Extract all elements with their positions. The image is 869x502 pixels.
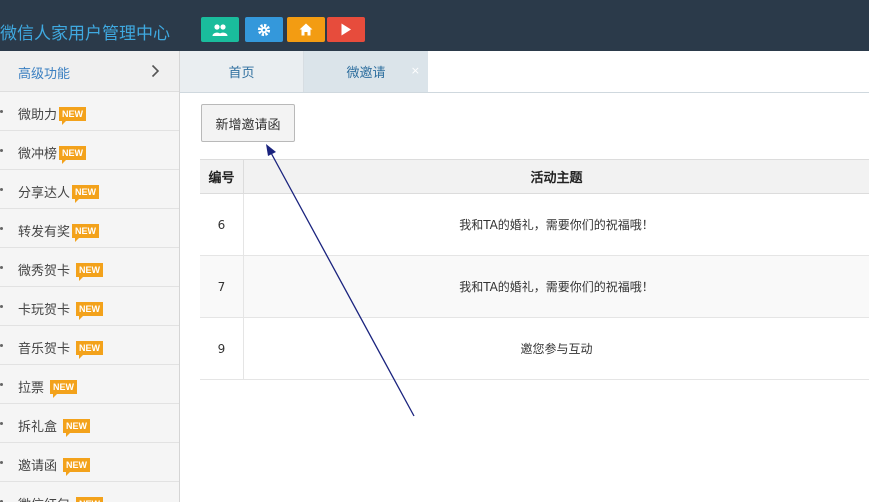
table-row[interactable]: 7 我和TA的婚礼，需要你们的祝福哦！ [200, 256, 869, 318]
cell-id: 9 [200, 318, 244, 379]
sidebar-item-fenxiang[interactable]: 分享达人 NEW [0, 170, 179, 209]
new-badge: NEW [59, 106, 87, 125]
add-invitation-button[interactable]: 新增邀请函 [201, 104, 295, 142]
gear-icon [257, 23, 271, 36]
cell-title: 我和TA的婚礼，需要你们的祝福哦！ [459, 218, 654, 232]
users-icon [212, 23, 228, 36]
bullet [0, 227, 3, 230]
sidebar-item-label: 微信红包 [18, 494, 70, 502]
sidebar-item-zhuanfa[interactable]: 转发有奖 NEW [0, 209, 179, 248]
sidebar-item-label: 微冲榜 [18, 147, 58, 162]
tab-bar: 首页 微邀请 × [180, 51, 869, 93]
users-button[interactable] [201, 17, 239, 42]
sidebar-item-label: 微助力 [18, 108, 58, 123]
cell-id: 6 [200, 194, 244, 255]
chevron-right-icon [151, 64, 160, 78]
sidebar-section-label: 高级功能 [18, 67, 71, 82]
sidebar-item-label: 音乐贺卡 [18, 342, 71, 357]
bullet [0, 344, 3, 347]
play-icon [341, 23, 351, 36]
cell-id: 7 [200, 256, 244, 317]
table-header: 编号 活动主题 [200, 159, 869, 194]
bullet [0, 266, 3, 269]
close-icon[interactable]: × [411, 65, 420, 76]
new-badge: NEW [50, 379, 78, 398]
sidebar-item-label: 微秀贺卡 [18, 264, 71, 279]
sidebar-item-kawan[interactable]: 卡玩贺卡 NEW [0, 287, 179, 326]
table-row[interactable]: 6 我和TA的婚礼，需要你们的祝福哦！ [200, 194, 869, 256]
sidebar-item-hongbao[interactable]: 微信红包 NEW [0, 482, 179, 502]
bullet [0, 149, 3, 152]
tab-label: 微邀请 [346, 66, 386, 81]
cell-title: 我和TA的婚礼，需要你们的祝福哦！ [459, 280, 654, 294]
sidebar-item-label: 拆礼盒 [18, 420, 58, 435]
sidebar-item-chongbang[interactable]: 微冲榜 NEW [0, 131, 179, 170]
bullet [0, 188, 3, 191]
sidebar-item-label: 邀请函 [18, 459, 58, 474]
settings-button[interactable] [245, 17, 283, 42]
table-row[interactable]: 9 邀您参与互动 [200, 318, 869, 380]
sidebar-item-label: 卡玩贺卡 [18, 303, 71, 318]
home-button[interactable] [287, 17, 325, 42]
sidebar-item-yinyue[interactable]: 音乐贺卡 NEW [0, 326, 179, 365]
new-badge: NEW [72, 223, 100, 242]
new-badge: NEW [72, 184, 100, 203]
sidebar-item-lapiao[interactable]: 拉票 NEW [0, 365, 179, 404]
sidebar-item-chailihe[interactable]: 拆礼盒 NEW [0, 404, 179, 443]
bullet [0, 383, 3, 386]
tab-label: 首页 [228, 66, 255, 81]
home-icon [299, 23, 313, 36]
column-header-title: 活动主题 [530, 171, 583, 186]
bullet [0, 422, 3, 425]
new-badge: NEW [76, 301, 104, 320]
bullet [0, 305, 3, 308]
brand-title: 微信人家用户管理中心 [0, 24, 170, 44]
tab-home[interactable]: 首页 [180, 51, 304, 92]
sidebar-item-label: 转发有奖 [18, 225, 71, 240]
new-badge: NEW [76, 262, 104, 281]
cell-title: 邀您参与互动 [520, 342, 593, 356]
sidebar-item-label: 分享达人 [18, 186, 71, 201]
play-button[interactable] [327, 17, 365, 42]
new-badge: NEW [76, 340, 104, 359]
column-header-id: 编号 [200, 160, 244, 193]
sidebar-item-weixiu[interactable]: 微秀贺卡 NEW [0, 248, 179, 287]
new-badge: NEW [63, 457, 91, 476]
sidebar: 高级功能 微助力 NEW 微冲榜 NEW 分享达人 NEW 转发有奖 NEW 微秀贺卡 N… [0, 51, 180, 502]
top-header: 微信人家用户管理中心 [0, 0, 869, 51]
bullet [0, 461, 3, 464]
sidebar-item-zhuli[interactable]: 微助力 NEW [0, 92, 179, 131]
new-badge: NEW [76, 496, 104, 502]
sidebar-item-yaoqinghan[interactable]: 邀请函 NEW [0, 443, 179, 482]
sidebar-item-label: 拉票 [18, 381, 45, 396]
tab-invitation[interactable]: 微邀请 × [304, 51, 428, 92]
new-badge: NEW [63, 418, 91, 437]
sidebar-section-header[interactable]: 高级功能 [0, 51, 179, 92]
new-badge: NEW [59, 145, 87, 164]
bullet [0, 110, 3, 113]
